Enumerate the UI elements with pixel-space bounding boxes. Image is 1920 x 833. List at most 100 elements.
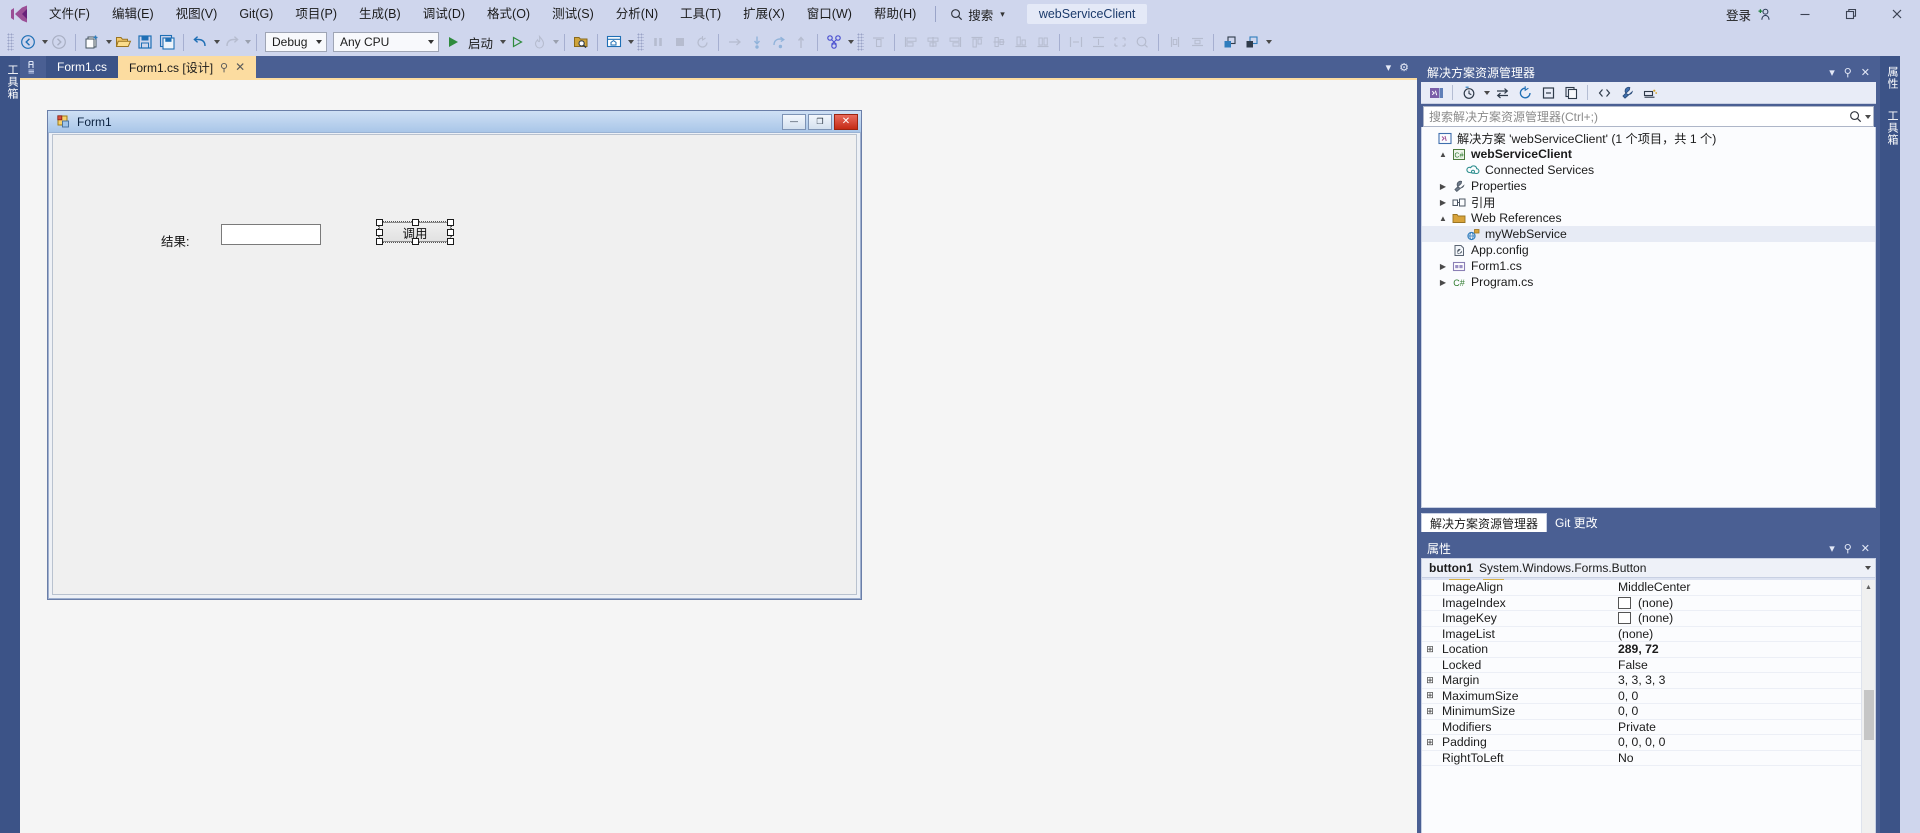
property-row[interactable]: ImageAlign MiddleCenter	[1422, 580, 1875, 596]
search-icon[interactable]	[1849, 110, 1862, 123]
toolbox-vertical-tab-right[interactable]: 工具箱	[1880, 100, 1900, 156]
select-startup-item-button[interactable]	[603, 30, 625, 54]
show-all-files-button[interactable]	[1560, 83, 1582, 103]
tree-node-project[interactable]: ▲ C# webServiceClient	[1422, 146, 1875, 162]
chevron-down-icon[interactable]: ▾	[1000, 9, 1005, 20]
form-maximize-button[interactable]: ❐	[808, 113, 832, 130]
resize-handle-e[interactable]	[447, 228, 454, 236]
designed-form-window[interactable]: Form1 — ❐ ✕ 结果: 调用	[47, 110, 862, 600]
properties-object-selector[interactable]: button1 System.Windows.Forms.Button	[1421, 558, 1876, 578]
expander[interactable]: ⊞	[1422, 690, 1438, 701]
expander[interactable]: ▲	[1436, 150, 1450, 159]
expander[interactable]: ▶	[1436, 198, 1450, 207]
resize-handle-sw[interactable]	[376, 238, 383, 245]
solution-explorer-search[interactable]	[1423, 106, 1874, 127]
menu-window[interactable]: 窗口(W)	[796, 0, 863, 28]
open-file-button[interactable]	[112, 30, 134, 54]
close-icon[interactable]: ✕	[1861, 66, 1870, 79]
resize-handle-ne[interactable]	[447, 219, 454, 226]
menu-test[interactable]: 测试(S)	[541, 0, 605, 28]
property-value[interactable]: False	[1618, 658, 1648, 672]
resize-handle-s[interactable]	[411, 238, 419, 245]
pending-changes-caret-icon[interactable]	[1484, 90, 1490, 95]
save-button[interactable]	[134, 30, 156, 54]
hierarchy-caret-icon[interactable]	[848, 40, 855, 44]
property-row[interactable]: ⊞ Margin 3, 3, 3, 3	[1422, 673, 1875, 689]
property-row[interactable]: Modifiers Private	[1422, 720, 1875, 735]
toolbar-grip[interactable]	[7, 33, 14, 51]
tree-node-solution[interactable]: 解决方案 'webServiceClient' (1 个项目，共 1 个)	[1422, 130, 1875, 146]
minimize-button[interactable]	[1782, 0, 1828, 28]
solution-platform-combo[interactable]: Any CPU	[333, 32, 439, 52]
tree-node-program-cs[interactable]: ▶ C# Program.cs	[1422, 274, 1875, 290]
property-row[interactable]: Locked False	[1422, 658, 1875, 673]
sign-in-button[interactable]: 登录	[1716, 0, 1782, 28]
menu-file[interactable]: 文件(F)	[38, 0, 101, 28]
expander[interactable]: ▲	[1436, 214, 1450, 223]
resize-handle-w[interactable]	[376, 228, 383, 236]
attach-to-process-button[interactable]	[570, 30, 592, 54]
chevron-down-icon[interactable]: ▾	[1829, 542, 1835, 555]
tab-form1-cs[interactable]: Form1.cs	[46, 56, 119, 78]
menu-analyze[interactable]: 分析(N)	[605, 0, 669, 28]
scroll-up-arrow-icon[interactable]: ▲	[1862, 580, 1875, 594]
menu-format[interactable]: 格式(O)	[476, 0, 541, 28]
start-debug-label[interactable]: 启动	[464, 33, 497, 52]
bring-to-front-button[interactable]	[1219, 30, 1241, 54]
result-label[interactable]: 结果:	[161, 231, 189, 250]
refresh-button[interactable]	[1514, 83, 1536, 103]
tree-node-properties[interactable]: ▶ Properties	[1422, 178, 1875, 194]
form-close-button[interactable]: ✕	[834, 113, 858, 130]
preview-selected-items-button[interactable]	[1639, 83, 1661, 103]
view-code-button[interactable]	[1593, 83, 1615, 103]
result-textbox[interactable]	[221, 224, 321, 245]
maximize-button[interactable]	[1828, 0, 1874, 28]
toolbar-overflow-caret-icon[interactable]	[1266, 40, 1273, 44]
expander[interactable]: ⊞	[1422, 675, 1438, 686]
menu-project[interactable]: 项目(P)	[284, 0, 348, 28]
expander[interactable]: ⊞	[1422, 644, 1438, 655]
expander[interactable]: ⊞	[1422, 737, 1438, 748]
search-options-caret-icon[interactable]	[1865, 114, 1871, 119]
global-search[interactable]: 搜索 ▾	[944, 3, 1011, 25]
tree-node-mywebservice[interactable]: myWebService	[1422, 226, 1875, 242]
solution-tree[interactable]: 解决方案 'webServiceClient' (1 个项目，共 1 个) ▲ …	[1421, 127, 1876, 508]
tab-list-icon[interactable]	[20, 56, 46, 78]
chevron-down-icon[interactable]	[1865, 566, 1871, 570]
menu-view[interactable]: 视图(V)	[165, 0, 229, 28]
solution-configuration-combo[interactable]: Debug	[265, 32, 327, 52]
resize-handle-se[interactable]	[447, 238, 454, 245]
close-icon[interactable]: ✕	[1861, 542, 1870, 555]
pending-changes-button[interactable]	[1458, 83, 1480, 103]
property-row[interactable]: ImageList (none)	[1422, 627, 1875, 642]
menu-help[interactable]: 帮助(H)	[863, 0, 927, 28]
gear-icon[interactable]: ⚙	[1399, 61, 1409, 74]
form-client-area[interactable]: 结果: 调用	[52, 134, 857, 595]
call-button-selection[interactable]: 调用	[375, 218, 455, 246]
properties-vertical-tab[interactable]: 属性	[1880, 56, 1900, 100]
property-value[interactable]: Private	[1618, 720, 1656, 734]
pin-icon[interactable]: ⚲	[1844, 66, 1852, 79]
hierarchy-button[interactable]	[823, 30, 845, 54]
property-value[interactable]: No	[1618, 751, 1634, 765]
toolbar-grip-2[interactable]	[637, 33, 645, 51]
chevron-down-icon[interactable]: ▾	[1386, 61, 1392, 74]
search-input[interactable]	[1429, 109, 1849, 124]
property-row[interactable]: RightToLeft No	[1422, 751, 1875, 766]
property-row[interactable]: ⊞ Location 289, 72	[1422, 642, 1875, 658]
properties-grid[interactable]: ImageAlign MiddleCenter ImageIndex (none…	[1421, 580, 1876, 833]
tree-node-web-references[interactable]: ▲ Web References	[1422, 210, 1875, 226]
close-button[interactable]	[1874, 0, 1920, 28]
form-designer-surface[interactable]: Form1 — ❐ ✕ 结果: 调用	[20, 78, 1417, 833]
tree-node-form1-cs[interactable]: ▶ Form1.cs	[1422, 258, 1875, 274]
property-row[interactable]: ⊞ Padding 0, 0, 0, 0	[1422, 735, 1875, 751]
property-row[interactable]: ImageIndex (none)	[1422, 596, 1875, 611]
menu-build[interactable]: 生成(B)	[348, 0, 412, 28]
property-value[interactable]: 0, 0, 0, 0	[1618, 735, 1665, 749]
property-row[interactable]: ⊞ MaximumSize 0, 0	[1422, 689, 1875, 704]
bottom-tab-solution-explorer[interactable]: 解决方案资源管理器	[1421, 513, 1548, 532]
undo-button[interactable]	[189, 30, 211, 54]
sync-with-active-document-button[interactable]	[1491, 83, 1513, 103]
tree-node-app-config[interactable]: App.config	[1422, 242, 1875, 258]
properties-button[interactable]	[1616, 83, 1638, 103]
